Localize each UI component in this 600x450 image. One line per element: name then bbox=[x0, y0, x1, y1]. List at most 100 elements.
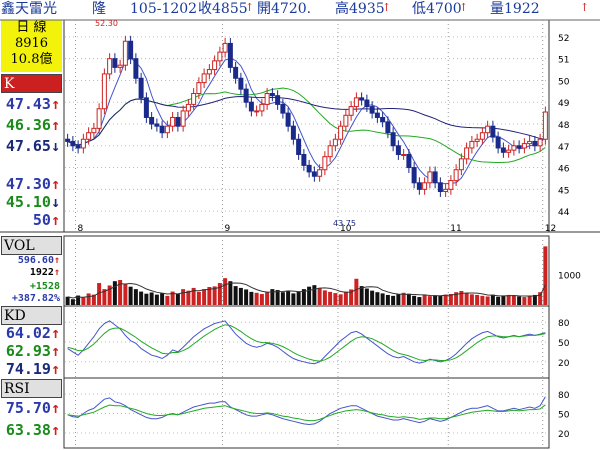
volume-bar bbox=[265, 292, 270, 305]
volume-bar bbox=[144, 293, 149, 305]
period-label: 日 線 bbox=[16, 20, 47, 35]
candle-body bbox=[191, 93, 197, 105]
osc-tick-label: 50 bbox=[558, 339, 570, 349]
candle-body bbox=[285, 112, 291, 127]
candle-body bbox=[96, 108, 102, 129]
candle-body bbox=[506, 149, 512, 153]
volume-bar bbox=[469, 294, 474, 305]
volume-bar bbox=[427, 296, 432, 305]
volume-bar bbox=[291, 293, 296, 305]
volume-ma-line bbox=[67, 282, 546, 299]
volume-bar bbox=[107, 285, 112, 305]
volume-bar bbox=[233, 286, 238, 305]
volume-bar bbox=[97, 283, 102, 305]
candle-body bbox=[264, 93, 270, 105]
price-tick-label: 48 bbox=[558, 121, 570, 131]
rsi-panel-label[interactable]: RSI bbox=[1, 379, 62, 398]
volume-bar bbox=[496, 296, 501, 305]
volume-bar bbox=[65, 296, 70, 305]
candle-body bbox=[443, 188, 449, 193]
candle-body bbox=[380, 116, 386, 123]
candle-body bbox=[196, 82, 202, 95]
low-marker-label: 43.75 bbox=[333, 219, 356, 228]
candle-body bbox=[311, 171, 317, 177]
volume-bar bbox=[338, 294, 343, 305]
volume-bar bbox=[186, 290, 191, 305]
volume-bar bbox=[501, 295, 506, 305]
candle-body bbox=[458, 158, 464, 171]
volume-bar bbox=[532, 294, 537, 305]
volume-bar bbox=[175, 294, 180, 305]
candle-body bbox=[164, 125, 170, 134]
volume-bar bbox=[102, 289, 107, 305]
volume-bar bbox=[459, 290, 464, 305]
kd-panel-label[interactable]: KD bbox=[1, 306, 62, 325]
stock-code: 8916 bbox=[14, 36, 49, 51]
volume-bar bbox=[391, 295, 396, 305]
candle-body bbox=[364, 99, 370, 108]
volume-bar bbox=[322, 290, 327, 305]
volume-bar bbox=[406, 293, 411, 305]
volume-bar bbox=[91, 294, 96, 305]
volume-bar bbox=[480, 295, 485, 305]
candle-body bbox=[390, 132, 396, 147]
vol-change-value: +1528 bbox=[29, 281, 60, 292]
volume-bar bbox=[123, 283, 128, 305]
volume-bar bbox=[438, 295, 443, 305]
k-value: 64.02↑ bbox=[5, 324, 60, 342]
volume-bar bbox=[370, 290, 375, 305]
volume-bar bbox=[286, 290, 291, 305]
candle-body bbox=[248, 101, 254, 112]
ma20-value: 46.36↑ bbox=[5, 116, 60, 134]
candle-body bbox=[122, 40, 128, 66]
quote-header: 鑫天雷光 隆 105-1202 收4855 ↑ 開4720. 高4935 ↑ 低… bbox=[0, 0, 600, 20]
vol-tick-label: 1000 bbox=[558, 272, 581, 282]
volume-bar bbox=[517, 296, 522, 305]
volume-bar bbox=[359, 286, 364, 305]
candle-body bbox=[217, 51, 223, 62]
volume-bar bbox=[527, 295, 532, 305]
d-line bbox=[67, 324, 546, 362]
candle-body bbox=[133, 58, 139, 79]
osc-tick-label: 80 bbox=[558, 391, 570, 401]
candle-body bbox=[406, 153, 412, 169]
volume-bar bbox=[485, 296, 490, 305]
candle-body bbox=[374, 112, 380, 118]
volume-bar bbox=[475, 294, 480, 305]
candle-body bbox=[243, 88, 249, 103]
high-arrow-icon: ↑ bbox=[382, 1, 392, 14]
volume-bar bbox=[254, 292, 259, 305]
ma60-value: 47.65↓ bbox=[5, 137, 60, 155]
candle-body bbox=[359, 97, 365, 101]
volume-bar bbox=[464, 293, 469, 305]
stock-chart-screen: 鑫天雷光 隆 105-1202 收4855 ↑ 開4720. 高4935 ↑ 低… bbox=[0, 0, 600, 450]
volume-bar bbox=[154, 294, 159, 305]
volume-bar bbox=[259, 294, 264, 305]
candle-body bbox=[206, 69, 212, 75]
volume-bar bbox=[433, 295, 438, 305]
volume-bar bbox=[296, 291, 301, 305]
candle-body bbox=[254, 110, 260, 113]
d-value: 62.93↑ bbox=[5, 342, 60, 360]
volume-bar bbox=[385, 294, 390, 305]
price-tick-label: 47 bbox=[558, 143, 569, 153]
candle-body bbox=[112, 58, 118, 68]
candle-body bbox=[238, 77, 244, 90]
price-tick-label: 46 bbox=[558, 165, 570, 175]
candle-body bbox=[385, 121, 391, 134]
month-label: 10 bbox=[340, 224, 352, 234]
volume-bar bbox=[417, 297, 422, 305]
ma20-line bbox=[67, 87, 546, 163]
candle-body bbox=[401, 153, 407, 156]
volume-bar bbox=[238, 287, 243, 305]
candle-body bbox=[495, 136, 501, 149]
vol-panel-label[interactable]: VOL bbox=[1, 236, 62, 255]
candle-body bbox=[128, 40, 134, 60]
candle-body bbox=[227, 42, 233, 68]
volume-bar bbox=[354, 278, 359, 305]
k-panel-label[interactable]: K bbox=[1, 74, 62, 93]
osc-tick-label: 20 bbox=[558, 430, 570, 440]
volume-bar bbox=[212, 286, 217, 305]
volume-bar bbox=[522, 297, 527, 305]
vol-today-value: 1922↑ bbox=[29, 267, 60, 278]
